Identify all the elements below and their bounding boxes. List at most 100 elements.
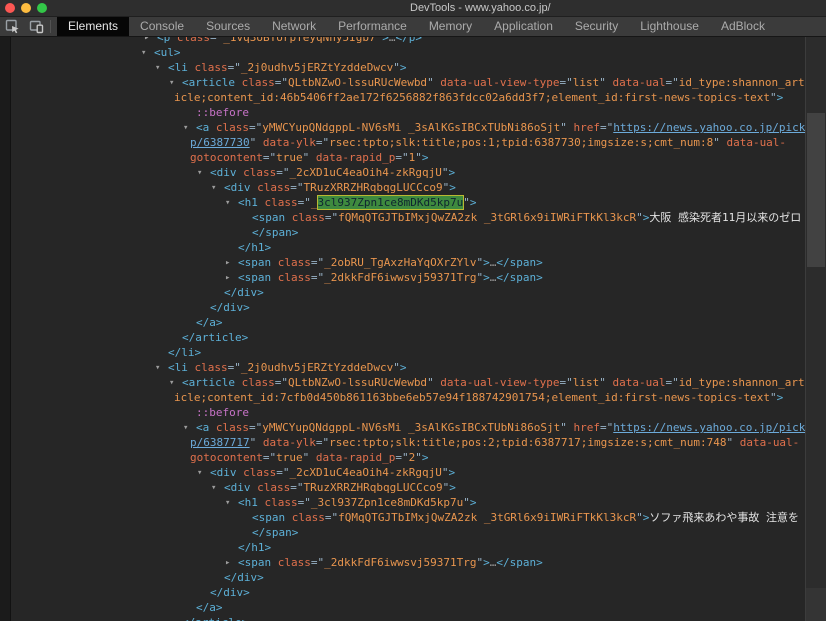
- token-attr: gotocontent: [190, 451, 263, 464]
- dom-node-line[interactable]: <span class="fQMqQTGJTbIMxjQwZA2zk _3tGR…: [0, 510, 806, 525]
- token-tag: </span>: [496, 556, 543, 569]
- token-val: _2dkkFdF6iwwsvj59371Trg: [324, 271, 477, 284]
- collapse-arrow-icon[interactable]: ▾: [211, 481, 224, 496]
- token-tag: </h1>: [238, 541, 272, 554]
- dom-node-line[interactable]: ▾ <a class="yMWCYupQNdgppL-NV6sMi _3sAlKG…: [0, 420, 812, 436]
- dom-node-line[interactable]: icle;content_id:7cfb0d450b861163bbe6eb57…: [0, 390, 806, 405]
- tab-performance[interactable]: Performance: [327, 17, 418, 36]
- expand-arrow-icon[interactable]: ▸: [225, 556, 238, 571]
- dom-node-line[interactable]: ▾ <a class="yMWCYupQNdgppL-NV6sMi _3sAlKG…: [0, 120, 812, 136]
- close-button[interactable]: [5, 3, 15, 13]
- dom-node-line[interactable]: </a>: [0, 315, 806, 330]
- token-pun: =": [276, 166, 290, 179]
- tab-elements[interactable]: Elements: [57, 17, 130, 36]
- token-tag: >: [776, 91, 784, 104]
- token-pse: ::before: [196, 406, 249, 419]
- collapse-arrow-icon[interactable]: ▾: [141, 46, 154, 61]
- dom-node-line[interactable]: ::before: [0, 405, 806, 420]
- dom-node-line[interactable]: </a>: [0, 600, 806, 615]
- collapse-arrow-icon[interactable]: ▾: [183, 121, 196, 136]
- dom-node-line[interactable]: <span class="fQMqQTGJTbIMxjQwZA2zk _3tGR…: [0, 210, 806, 225]
- dom-node-line[interactable]: ▾ <h1 class="_3cl937Zpn1ce8mDKd5kp7u">: [0, 495, 806, 510]
- tab-adblock[interactable]: AdBlock: [710, 17, 776, 36]
- tab-memory[interactable]: Memory: [418, 17, 483, 36]
- scrollbar-thumb[interactable]: [807, 113, 825, 267]
- dom-node-line[interactable]: ▾ <h1 class="_3cl937Zpn1ce8mDKd5kp7u">: [0, 195, 806, 210]
- token-val: id_type:shannon_art: [678, 76, 805, 89]
- dom-node-line[interactable]: </h1>: [0, 240, 806, 255]
- collapse-arrow-icon[interactable]: ▾: [155, 361, 168, 376]
- token-attr: class: [187, 61, 228, 74]
- dom-node-line[interactable]: gotocontent="true" data-rapid_p="2">: [0, 450, 806, 465]
- dom-node-line[interactable]: ▸ <span class="_2dkkFdF6iwwsvj59371Trg">……: [0, 270, 806, 285]
- collapse-arrow-icon[interactable]: ▾: [169, 376, 182, 391]
- dom-node-line[interactable]: </div>: [0, 585, 806, 600]
- dom-node-line[interactable]: ▾ <div class="_2cXD1uC4eaOih4-zkRgqjU">: [0, 465, 806, 480]
- dom-node-line[interactable]: </span>: [0, 525, 806, 540]
- collapse-arrow-icon[interactable]: ▾: [225, 496, 238, 511]
- dom-node-line[interactable]: </div>: [0, 285, 806, 300]
- dom-node-line[interactable]: p/6387730 " data-ylk="rsec:tpto;slk:title…: [0, 135, 806, 150]
- token-tag: </span>: [496, 271, 543, 284]
- token-pun: ": [463, 496, 470, 509]
- dom-node-line[interactable]: ▾ <div class="_2cXD1uC4eaOih4-zkRgqjU">: [0, 165, 806, 180]
- token-pun: =": [276, 466, 290, 479]
- dom-node-line[interactable]: ▾ <ul>: [0, 45, 806, 60]
- tab-console[interactable]: Console: [129, 17, 195, 36]
- window-title: DevTools - www.yahoo.co.jp/: [410, 2, 551, 14]
- collapse-arrow-icon[interactable]: ▾: [169, 76, 182, 91]
- dom-node-line[interactable]: ▾ <li class="_2j0udhv5jERZtYzddeDwcv">: [0, 60, 806, 75]
- token-pun: =": [262, 451, 277, 464]
- token-pun: =": [227, 361, 241, 374]
- tab-network[interactable]: Network: [261, 17, 327, 36]
- vertical-scrollbar[interactable]: [805, 37, 826, 621]
- token-pse: ::before: [196, 106, 249, 119]
- inspect-element-button[interactable]: [0, 17, 24, 36]
- dom-node-line[interactable]: </article>: [0, 615, 806, 621]
- tab-lighthouse[interactable]: Lighthouse: [629, 17, 710, 36]
- dom-node-line[interactable]: p/6387717" data-ylk="rsec:tpto;slk:title…: [0, 435, 806, 450]
- dom-node-line[interactable]: ▸ <span class="_2dkkFdF6iwwsvj59371Trg">……: [0, 555, 806, 570]
- expand-arrow-icon[interactable]: ▸: [225, 271, 238, 286]
- dom-node-line[interactable]: icle;content_id:46b5406ff2ae172f6256882f…: [0, 90, 806, 105]
- dom-node-line[interactable]: </h1>: [0, 540, 806, 555]
- dom-node-line[interactable]: ▾ <article class="QLtbNZwO-lssuRUcWewbd" …: [0, 375, 806, 390]
- maximize-button[interactable]: [37, 3, 47, 13]
- token-txt: 大阪 感染死者11月以来のゼロ: [649, 211, 802, 224]
- collapse-arrow-icon[interactable]: ▾: [211, 181, 224, 196]
- tab-sources[interactable]: Sources: [195, 17, 261, 36]
- token-attr: href: [566, 421, 601, 434]
- collapse-arrow-icon[interactable]: ▾: [155, 61, 168, 76]
- dom-node-line[interactable]: </span>: [0, 225, 806, 240]
- token-tag: <span: [252, 211, 286, 224]
- dom-node-line[interactable]: </div>: [0, 300, 806, 315]
- dom-node-line[interactable]: ::before: [0, 105, 806, 120]
- dom-node-line[interactable]: ▸ <p class="_1vq3oBTorpTeyqNhy5Igb7">…</p…: [0, 37, 806, 45]
- tab-application[interactable]: Application: [483, 17, 564, 36]
- device-toolbar-button[interactable]: [24, 17, 48, 36]
- token-pun: =": [665, 76, 679, 89]
- collapse-arrow-icon[interactable]: ▾: [197, 466, 210, 481]
- expand-arrow-icon[interactable]: ▸: [225, 256, 238, 271]
- dom-node-line[interactable]: ▾ <div class="TRuzXRRZHRqbqgLUCCco9">: [0, 480, 806, 495]
- dom-node-line[interactable]: </div>: [0, 570, 806, 585]
- collapse-arrow-icon[interactable]: ▾: [225, 196, 238, 211]
- token-pun: =": [249, 421, 263, 434]
- token-tag: <article: [182, 76, 235, 89]
- collapse-arrow-icon[interactable]: ▾: [197, 166, 210, 181]
- dom-node-line[interactable]: gotocontent="true" data-rapid_p="1">: [0, 150, 806, 165]
- dom-node-line[interactable]: ▾ <li class="_2j0udhv5jERZtYzddeDwcv">: [0, 360, 806, 375]
- token-attr: class: [209, 421, 249, 434]
- dom-node-line[interactable]: </li>: [0, 345, 806, 360]
- dom-node-line[interactable]: ▸ <span class="_2obRU_TgAxzHaYqOXrZYlv">……: [0, 255, 806, 270]
- dom-node-line[interactable]: ▾ <article class="QLtbNZwO-lssuRUcWewbd" …: [0, 75, 806, 90]
- token-pun: =": [600, 421, 614, 434]
- tab-security[interactable]: Security: [564, 17, 629, 36]
- token-tag: <h1: [238, 496, 258, 509]
- minimize-button[interactable]: [21, 3, 31, 13]
- dom-node-line[interactable]: </article>: [0, 330, 806, 345]
- dom-node-line[interactable]: ▾ <div class="TRuzXRRZHRqbqgLUCCco9">: [0, 180, 806, 195]
- collapse-arrow-icon[interactable]: ▾: [183, 421, 196, 436]
- token-pun: ": [770, 391, 777, 404]
- token-attr: class: [250, 481, 291, 494]
